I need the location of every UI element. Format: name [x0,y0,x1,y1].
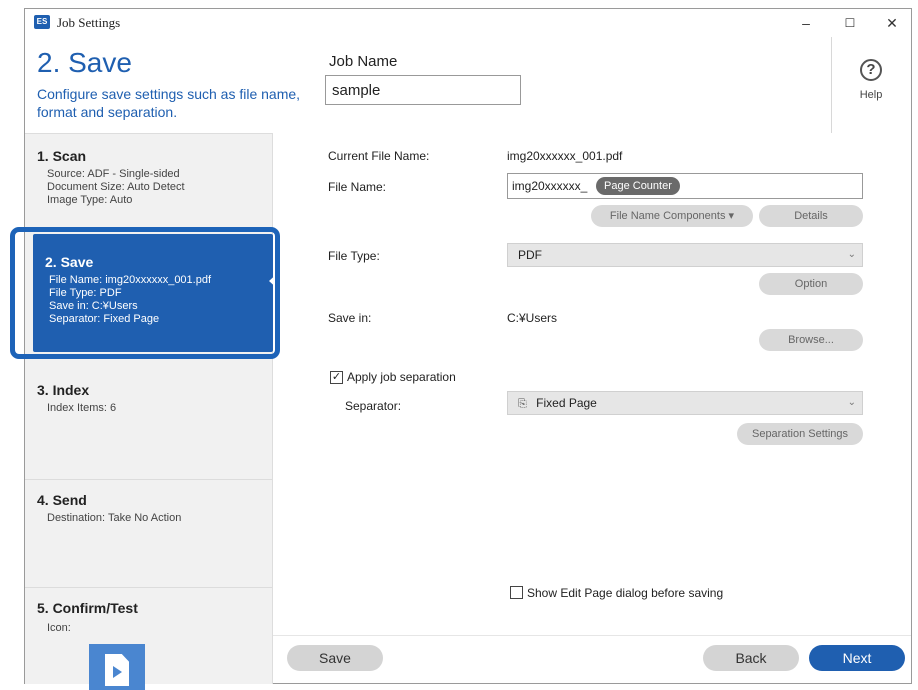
save-in-label: Save in: [328,311,372,325]
separation-settings-button[interactable]: Separation Settings [737,423,863,445]
file-name-components-button[interactable]: File Name Components ▾ [591,205,753,227]
chevron-down-icon: ⌄ [847,249,856,260]
file-name-prefix: img20xxxxxx_ [512,179,588,193]
sidebar-item-save[interactable]: 2. Save File Name: img20xxxxxx_001.pdf F… [33,234,279,352]
help-button[interactable]: ? Help [835,51,907,121]
sidebar-item-scan-line: Image Type: Auto [47,194,133,206]
help-icon: ? [860,59,882,81]
sidebar-item-index-title: 3. Index [37,382,90,398]
document-icon [89,644,145,690]
step-title: 2. Save [37,47,132,78]
file-type-select[interactable]: PDF ⌄ [507,243,863,267]
sidebar-item-confirm[interactable]: 5. Confirm/Test Icon: [25,588,272,690]
apply-job-separation-label: Apply job separation [347,370,456,384]
option-button[interactable]: Option [759,273,863,295]
sidebar-item-index[interactable]: 3. Index Index Items: 6 [25,370,272,480]
job-name-input[interactable] [325,75,521,105]
show-edit-page-checkbox[interactable] [510,586,523,599]
file-name-label: File Name: [328,180,387,194]
app-icon: ES [34,15,50,29]
sidebar-item-confirm-icon-label: Icon: [47,622,71,634]
close-button[interactable]: ✕ [877,13,907,33]
separator-label: Separator: [345,399,402,413]
show-edit-page-label: Show Edit Page dialog before saving [527,586,724,600]
save-in-value: C:¥Users [507,311,558,325]
window-title: Job Settings [57,15,121,30]
back-button[interactable]: Back [703,645,799,671]
sidebar-item-save-title: 2. Save [45,254,94,270]
sidebar-item-send-line: Destination: Take No Action [47,512,182,524]
next-button[interactable]: Next [809,645,905,671]
title-bar: ES Job Settings – ☐ ✕ [25,9,911,37]
page-counter-token[interactable]: Page Counter [596,177,680,195]
fixed-page-icon: ⎘ [518,398,527,410]
sidebar-item-confirm-title: 5. Confirm/Test [37,600,138,616]
file-name-input[interactable]: img20xxxxxx_ Page Counter [507,173,863,199]
file-type-value: PDF [518,248,542,262]
footer-divider [273,635,911,636]
apply-job-separation-checkbox[interactable]: ✓ [330,371,343,384]
current-file-name-label: Current File Name: [328,149,430,163]
sidebar-item-save-line: File Name: img20xxxxxx_001.pdf [49,274,212,286]
step-sidebar: 1. Scan Source: ADF - Single-sided Docum… [25,133,279,690]
maximize-button[interactable]: ☐ [835,13,865,33]
header: 2. Save Configure save settings such as … [25,37,911,133]
chevron-down-icon: ⌄ [847,397,856,408]
minimize-button[interactable]: – [791,13,821,33]
sidebar-item-scan[interactable]: 1. Scan Source: ADF - Single-sided Docum… [25,134,272,234]
step-description: Configure save settings such as file nam… [37,86,301,120]
sidebar-item-save-line: Separator: Fixed Page [49,313,160,325]
browse-button[interactable]: Browse... [759,329,863,351]
help-label: Help [859,89,883,101]
details-button[interactable]: Details [759,205,863,227]
sidebar-item-scan-line: Source: ADF - Single-sided [47,168,180,180]
help-divider [831,37,832,133]
current-file-name-value: img20xxxxxx_001.pdf [507,149,623,163]
sidebar-item-save-line: Save in: C:¥Users [49,300,138,312]
save-button[interactable]: Save [287,645,383,671]
job-name-label: Job Name [329,53,398,70]
sidebar-item-send[interactable]: 4. Send Destination: Take No Action [25,480,272,588]
job-settings-window: ES Job Settings – ☐ ✕ 2. Save Configure … [24,8,912,690]
separator-select[interactable]: ⎘ Fixed Page ⌄ [507,391,863,415]
file-type-label: File Type: [328,249,380,263]
sidebar-item-save-line: File Type: PDF [49,287,122,299]
separator-value: Fixed Page [536,396,597,410]
sidebar-item-index-line: Index Items: 6 [47,402,117,414]
active-step-notch [269,272,279,290]
sidebar-item-scan-line: Document Size: Auto Detect [47,181,185,193]
sidebar-item-scan-title: 1. Scan [37,148,87,164]
sidebar-item-send-title: 4. Send [37,492,87,508]
